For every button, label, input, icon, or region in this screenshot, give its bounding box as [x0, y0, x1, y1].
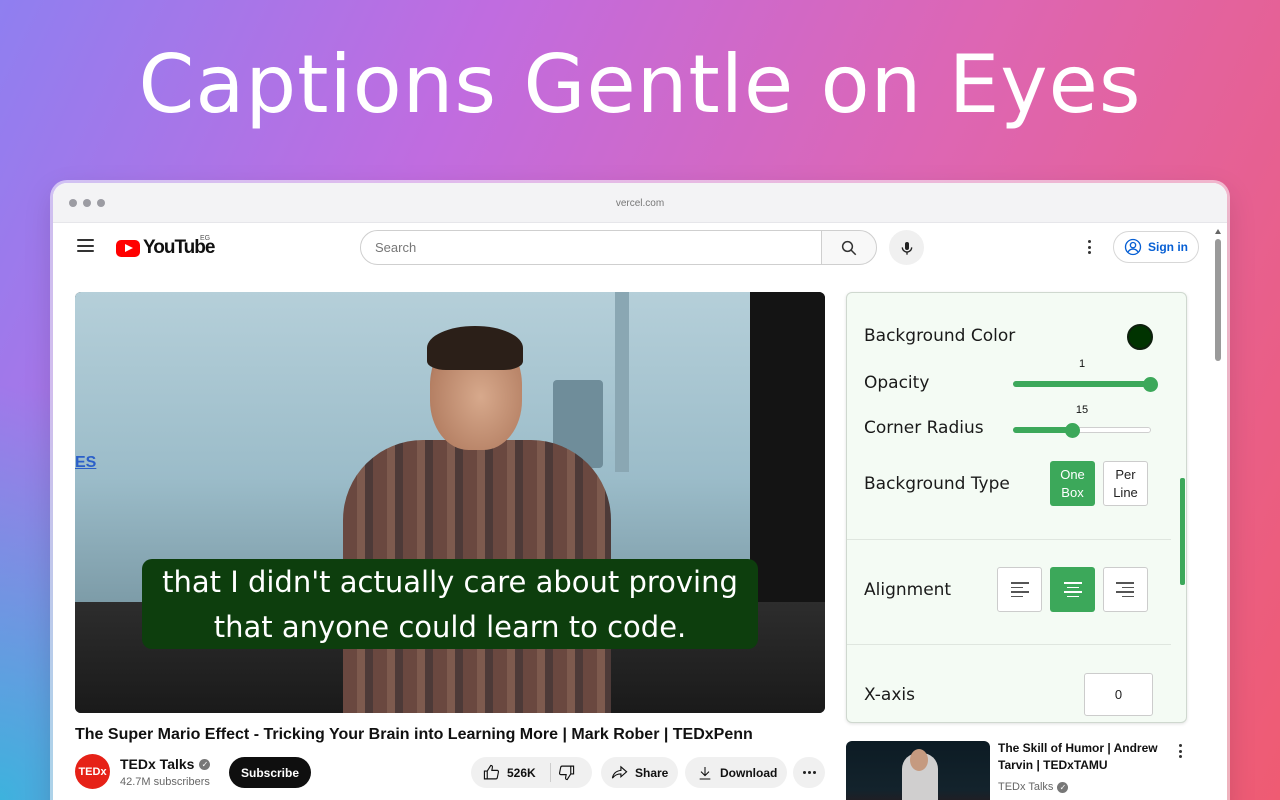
opacity-label: Opacity: [864, 373, 930, 393]
hero-title: Captions Gentle on Eyes: [138, 38, 1142, 131]
menu-icon[interactable]: [77, 239, 94, 252]
align-center-icon: [1063, 582, 1082, 584]
corner-radius-label: Corner Radius: [864, 418, 984, 438]
more-actions-button[interactable]: [793, 757, 825, 788]
subscriber-count: 42.7M subscribers: [120, 776, 210, 788]
channel-avatar[interactable]: TEDx: [75, 754, 110, 789]
opacity-slider[interactable]: [1013, 377, 1158, 392]
like-dislike-group: 526K: [471, 757, 592, 788]
download-icon: [699, 766, 711, 780]
more-options-icon[interactable]: [1081, 237, 1097, 257]
microphone-icon: [901, 241, 912, 255]
thumbs-down-icon[interactable]: [558, 764, 575, 781]
thumbnail-detail: [910, 749, 928, 771]
speaker-hair: [427, 326, 523, 370]
align-left-button[interactable]: [997, 567, 1042, 612]
channel-avatar-text: TEDx: [78, 765, 107, 778]
recommended-more-icon[interactable]: [1179, 744, 1183, 758]
corner-radius-slider[interactable]: [1013, 423, 1151, 438]
align-center-button[interactable]: [1050, 567, 1095, 612]
align-left-icon: [1011, 582, 1029, 584]
recommended-video-title[interactable]: The Skill of Humor | Andrew Tarvin | TED…: [998, 740, 1178, 774]
page-scrollbar-thumb[interactable]: [1215, 239, 1221, 361]
corner-radius-slider-fill: [1013, 427, 1072, 433]
recommended-channel-name: TEDx Talks: [998, 781, 1054, 793]
share-label: Share: [635, 765, 669, 780]
caption-settings-panel: Background Color 1 Opacity 15 Corner Rad…: [846, 292, 1187, 723]
video-scene-detail: [615, 292, 629, 472]
video-scene-detail: [750, 292, 825, 602]
align-right-button[interactable]: [1103, 567, 1148, 612]
download-button[interactable]: Download: [685, 757, 787, 788]
sign-in-button[interactable]: Sign in: [1113, 231, 1199, 263]
opacity-value: 1: [1078, 358, 1086, 370]
search-icon: [841, 240, 857, 255]
per-line-button[interactable]: Per Line: [1103, 461, 1148, 506]
thumbs-up-icon: [483, 764, 500, 780]
address-url[interactable]: vercel.com: [53, 198, 1227, 209]
account-icon: [1124, 238, 1142, 256]
scroll-up-arrow-icon[interactable]: [1215, 229, 1221, 234]
background-color-label: Background Color: [864, 326, 1016, 346]
verified-icon: ✓: [199, 758, 211, 770]
video-player[interactable]: ES that I didn't actually care about pro…: [75, 292, 825, 713]
browser-window: vercel.com YouTube EG Search Sign in ES: [53, 183, 1227, 800]
youtube-header: YouTube EG Search Sign in: [53, 223, 1227, 273]
panel-divider: [847, 644, 1171, 645]
panel-scrollbar-thumb[interactable]: [1180, 478, 1185, 585]
align-right-icon: [1116, 582, 1134, 584]
like-count: 526K: [507, 765, 536, 780]
one-box-button[interactable]: One Box: [1050, 461, 1095, 506]
channel-name: TEDx Talks: [120, 756, 195, 772]
share-button[interactable]: Share: [601, 757, 678, 788]
verified-icon: ✓: [1057, 781, 1069, 793]
per-line-label: Per Line: [1113, 466, 1138, 500]
play-logo-icon: [116, 239, 140, 257]
subscribe-button[interactable]: Subscribe: [229, 757, 311, 788]
background-color-swatch[interactable]: [1127, 324, 1153, 350]
recommended-video-thumbnail[interactable]: [846, 741, 990, 800]
recommended-channel[interactable]: TEDx Talks ✓: [998, 781, 1069, 793]
search-button[interactable]: [821, 230, 877, 265]
panel-divider: [847, 539, 1171, 540]
video-slide-text: ES: [75, 454, 97, 471]
background-type-label: Background Type: [864, 474, 1010, 494]
video-title: The Super Mario Effect - Tricking Your B…: [75, 726, 753, 743]
caption-line: that I didn't actually care about provin…: [162, 565, 738, 599]
caption-line: that anyone could learn to code.: [213, 610, 687, 644]
xaxis-input[interactable]: 0: [1084, 673, 1153, 716]
browser-chrome-bar: vercel.com: [53, 183, 1227, 223]
search-placeholder: Search: [375, 240, 417, 255]
channel-name-link[interactable]: TEDx Talks ✓: [120, 756, 211, 772]
sign-in-label: Sign in: [1148, 240, 1188, 254]
share-icon: [611, 765, 628, 779]
country-code: EG: [200, 235, 211, 242]
one-box-label: One Box: [1060, 466, 1085, 500]
download-label: Download: [720, 765, 778, 780]
corner-radius-slider-thumb[interactable]: [1065, 423, 1081, 438]
voice-search-button[interactable]: [889, 230, 924, 265]
opacity-slider-thumb[interactable]: [1143, 377, 1158, 392]
xaxis-label: X-axis: [864, 685, 915, 705]
corner-radius-value: 15: [1075, 404, 1089, 416]
caption-box: that I didn't actually care about provin…: [142, 559, 758, 649]
opacity-slider-fill: [1013, 381, 1149, 387]
like-button[interactable]: 526K: [471, 763, 551, 782]
alignment-label: Alignment: [864, 580, 952, 600]
search-input[interactable]: Search: [360, 230, 822, 265]
